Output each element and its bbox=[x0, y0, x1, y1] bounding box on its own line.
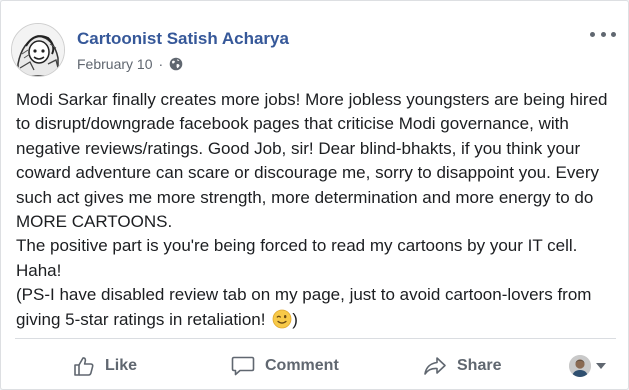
post-paragraph-3: (PS-I have disabled review tab on my pag… bbox=[16, 283, 620, 332]
author-name-link[interactable]: Cartoonist Satish Acharya bbox=[77, 29, 289, 49]
post-paragraph-3-end: ) bbox=[292, 309, 298, 329]
post-meta: February 10 · bbox=[77, 56, 183, 72]
share-button[interactable]: Share bbox=[423, 349, 501, 383]
more-options-icon[interactable] bbox=[590, 27, 616, 41]
winking-face-icon bbox=[272, 309, 292, 329]
post-paragraph-2: The positive part is you're being forced… bbox=[16, 236, 578, 280]
post-text: Modi Sarkar finally creates more jobs! M… bbox=[16, 88, 620, 332]
comment-button[interactable]: Comment bbox=[231, 349, 339, 383]
profile-picture[interactable] bbox=[11, 23, 65, 77]
speech-bubble-icon bbox=[231, 356, 255, 376]
share-arrow-icon bbox=[424, 357, 446, 375]
meta-separator: · bbox=[158, 56, 164, 72]
facebook-post-card: Cartoonist Satish Acharya February 10 · … bbox=[0, 0, 629, 390]
post-as-selector[interactable] bbox=[569, 355, 606, 377]
user-avatar bbox=[569, 355, 591, 377]
thumbs-up-icon bbox=[74, 357, 94, 376]
post-header: Cartoonist Satish Acharya February 10 · bbox=[11, 23, 611, 79]
chevron-down-icon bbox=[596, 363, 606, 369]
post-paragraph-3-text: (PS-I have disabled review tab on my pag… bbox=[16, 285, 592, 329]
post-timestamp[interactable]: February 10 bbox=[77, 56, 152, 72]
comment-label: Comment bbox=[265, 357, 339, 374]
post-actions-bar: Like Comment Share bbox=[1, 341, 628, 389]
like-label: Like bbox=[105, 357, 138, 374]
actions-divider bbox=[15, 338, 616, 339]
like-button[interactable]: Like bbox=[73, 349, 137, 383]
post-paragraph-1: Modi Sarkar finally creates more jobs! M… bbox=[16, 90, 608, 232]
globe-icon[interactable] bbox=[169, 57, 183, 71]
share-label: Share bbox=[457, 357, 502, 374]
